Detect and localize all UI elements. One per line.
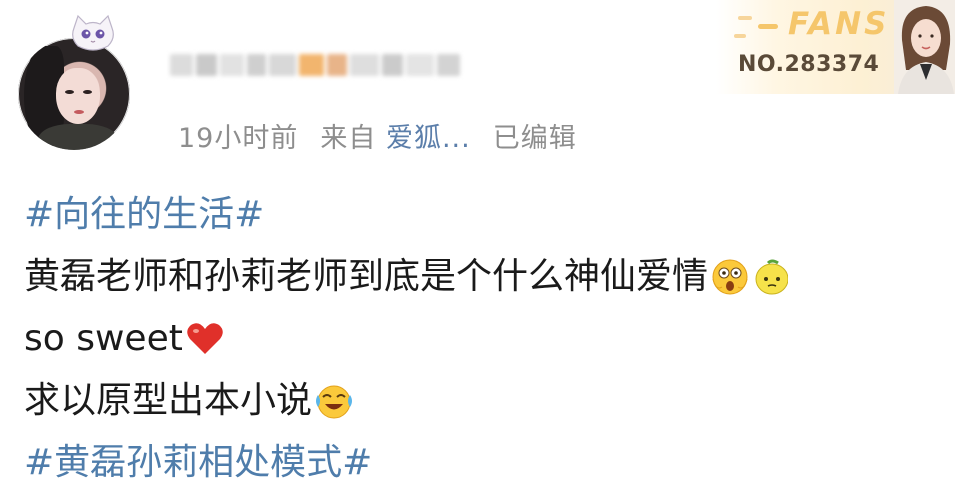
speed-stripes-icon (734, 16, 778, 38)
fans-badge[interactable]: FANS NO.283374 (716, 0, 955, 94)
user-avatar[interactable] (18, 38, 130, 150)
scared-face-icon (712, 259, 748, 295)
source-label: 来自 (320, 123, 377, 154)
cat-pendant-icon (72, 14, 114, 51)
post-meta: 19小时前 来自 爱狐... 已编辑 (178, 116, 577, 155)
post-time: 19小时前 (178, 123, 299, 154)
source-link[interactable]: 爱狐... (386, 123, 471, 154)
post-content: #向往的生活# 黄磊老师和孙莉老师到底是个什么神仙爱情 so sweet 求以原… (24, 184, 789, 494)
username-blurred[interactable] (170, 52, 461, 78)
post-text-line-2: so sweet (24, 318, 183, 359)
hashtag-topic-2[interactable]: #黄磊孙莉相处模式# (24, 432, 372, 494)
post-text-line-3: 求以原型出本小说 (24, 380, 313, 421)
crying-laughing-icon (316, 385, 353, 419)
hashtag-topic-1[interactable]: #向往的生活# (24, 184, 264, 246)
fans-title: FANS (788, 6, 890, 42)
lemon-face-icon (755, 259, 789, 295)
edited-label: 已编辑 (492, 123, 577, 154)
celebrity-portrait-icon (894, 0, 955, 94)
post-text-line-1: 黄磊老师和孙莉老师到底是个什么神仙爱情 (24, 256, 709, 297)
fans-number: NO.283374 (738, 52, 880, 77)
red-heart-icon (187, 323, 223, 354)
